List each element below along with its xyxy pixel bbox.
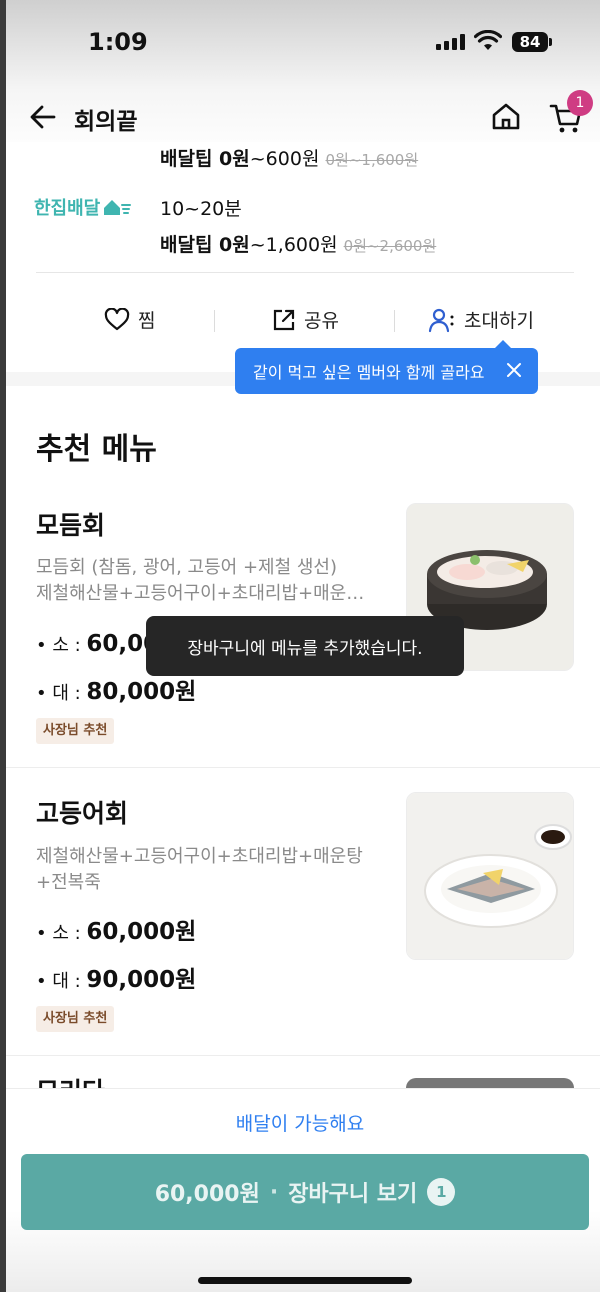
view-cart-button[interactable]: 60,000원 · 장바구니 보기 1	[21, 1154, 589, 1230]
view-cart-label: 장바구니 보기	[288, 1182, 418, 1207]
price-size-label: • 소 :	[36, 635, 87, 656]
price-size-label: • 대 :	[36, 971, 87, 992]
home-indicator	[198, 1277, 412, 1284]
hanjip-fee-row: 배달팁 0원~1,600원 0원~2,600원	[160, 230, 436, 257]
price-row-small: • 소 : 60,000원	[36, 912, 196, 946]
divider	[36, 272, 574, 273]
invite-person-icon	[428, 308, 454, 332]
menu-description-line: +전복죽	[36, 872, 101, 893]
status-time: 1:09	[88, 28, 148, 56]
mackerel-sashimi-image	[407, 793, 573, 959]
share-button[interactable]: 공유	[272, 306, 339, 333]
menu-name: 고등어회	[36, 799, 129, 828]
hanjip-fee-original: 0원~2,600원	[343, 237, 437, 255]
back-arrow-icon[interactable]	[28, 102, 58, 132]
delivery-eta: 10~20분	[160, 198, 242, 220]
signal-icon	[436, 34, 465, 50]
cart-item-count-badge: 1	[427, 1178, 456, 1206]
like-button[interactable]: 찜	[104, 306, 155, 333]
screen-edge	[0, 0, 6, 1292]
close-icon[interactable]	[504, 360, 524, 380]
status-bar: 1:09 84	[0, 0, 600, 90]
price-row-large: • 대 : 90,000원	[36, 960, 196, 994]
delivery-available-text: 배달이 가능해요	[235, 1113, 365, 1135]
hanjip-fee-label: 배달팁 0원	[160, 234, 250, 256]
menu-item[interactable]: 고등어회 제철해산물+고등어구이+초대리밥+매운탕 +전복죽 • 소 : 60,…	[0, 790, 600, 1056]
delivery-fee-original: 0원~1,600원	[325, 151, 419, 169]
heart-icon	[104, 307, 130, 330]
share-icon	[273, 309, 295, 330]
section-title: 추천 메뉴	[36, 432, 157, 467]
menu-description: 제철해산물+고등어구이+초대리밥+매운탕 +전복죽	[36, 844, 386, 896]
delivery-fee-range: ~600원	[249, 148, 320, 170]
menu-description-line: 제철해산물+고등어구이+초대리밥+매운…	[36, 583, 365, 604]
hanjip-text: 한집배달	[34, 198, 101, 219]
cart-total: 60,000원	[154, 1182, 260, 1207]
share-label: 공유	[304, 310, 339, 332]
invite-tooltip: 같이 먹고 싶은 멤버와 함께 골라요	[235, 340, 538, 394]
price-value: 90,000원	[86, 967, 197, 993]
delivery-fee-label: 배달팁 0원	[160, 148, 250, 170]
owner-recommend-tag: 사장님 추천	[36, 1006, 115, 1032]
separator	[214, 310, 215, 332]
delivery-fee-row: 배달팁 0원~600원 0원~1,600원	[160, 144, 418, 171]
price-row-large: • 대 : 80,000원	[36, 672, 196, 706]
owner-recommend-tag: 사장님 추천	[36, 718, 115, 744]
cart-count-badge: 1	[567, 90, 593, 116]
menu-description-line: 제철해산물+고등어구이+초대리밥+매운탕	[36, 846, 363, 867]
bottom-bar: 배달이 가능해요 60,000원 · 장바구니 보기 1	[0, 1088, 600, 1292]
price-value: 80,000원	[86, 679, 197, 705]
menu-image	[406, 792, 574, 960]
hanjip-fee-range: ~1,600원	[249, 234, 338, 256]
store-title: 회의끝	[74, 109, 138, 135]
like-label: 찜	[138, 310, 156, 332]
top-navigation: 회의끝	[0, 90, 600, 142]
wifi-icon	[474, 30, 502, 50]
separator	[394, 310, 395, 332]
menu-description-line: 모듬회 (참돔, 광어, 고등어 +제철 생선)	[36, 557, 338, 578]
divider	[6, 1055, 600, 1056]
tooltip-text: 같이 먹고 싶은 멤버와 함께 골라요	[253, 363, 485, 382]
price-value: 60,000원	[86, 919, 197, 945]
battery-icon: 84	[512, 32, 552, 52]
hanjip-delivery-label: 한집배달	[34, 194, 132, 220]
home-icon[interactable]	[490, 100, 522, 132]
price-size-label: • 소 :	[36, 923, 87, 944]
divider	[6, 767, 600, 768]
price-size-label: • 대 :	[36, 683, 87, 704]
separator-dot: ·	[269, 1179, 279, 1205]
hanjip-house-icon	[104, 200, 132, 215]
menu-name: 모듬회	[36, 511, 106, 540]
cart-added-toast: 장바구니에 메뉴를 추가했습니다.	[146, 616, 464, 676]
store-actions: 찜 공유 초대하기	[0, 300, 600, 344]
invite-label: 초대하기	[464, 310, 534, 332]
invite-button[interactable]: 초대하기	[428, 306, 534, 333]
menu-description: 모듬회 (참돔, 광어, 고등어 +제철 생선) 제철해산물+고등어구이+초대리…	[36, 555, 386, 607]
